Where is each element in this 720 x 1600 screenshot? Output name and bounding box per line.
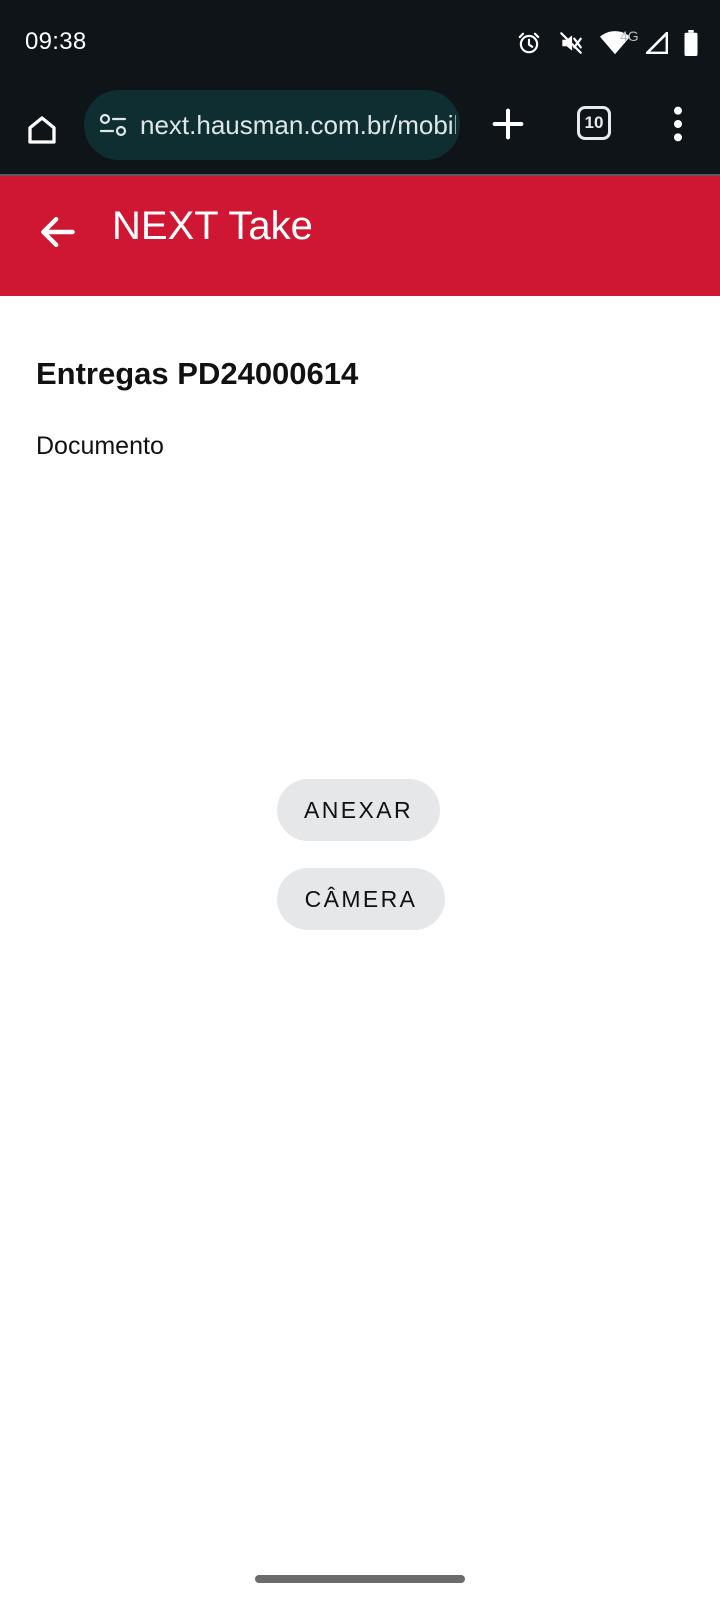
battery-icon (684, 30, 698, 56)
home-indicator[interactable] (255, 1575, 465, 1583)
url-text[interactable]: next.hausman.com.br/mobile (140, 110, 456, 141)
status-bar: 09:38 4G (0, 0, 720, 86)
page-heading: Entregas PD24000614 (36, 356, 359, 391)
app-bar: NEXT Take (0, 176, 720, 296)
plus-icon[interactable] (488, 104, 528, 144)
tab-count: 10 (584, 113, 604, 132)
more-vert-icon[interactable] (668, 104, 688, 144)
home-icon (28, 116, 56, 144)
cell-signal: 4G (620, 28, 668, 54)
address-bar[interactable]: next.hausman.com.br/mobile (84, 90, 460, 160)
tabs-button[interactable]: 10 (577, 106, 611, 140)
status-time: 09:38 (25, 28, 87, 55)
app-title: NEXT Take (112, 204, 313, 248)
home-button[interactable] (22, 106, 62, 154)
alarm-icon (518, 32, 540, 54)
camera-button[interactable]: CÂMERA (277, 868, 445, 930)
document-label: Documento (36, 432, 164, 460)
cell-signal-icon (646, 32, 668, 54)
site-settings-icon[interactable] (98, 112, 128, 138)
browser-toolbar: next.hausman.com.br/mobile 10 (0, 86, 720, 174)
vibrate-off-icon (560, 32, 582, 54)
attach-button[interactable]: ANEXAR (277, 779, 440, 841)
network-type-label: 4G (620, 28, 639, 44)
status-icons: 4G (516, 28, 698, 58)
arrow-back-icon[interactable] (36, 210, 80, 254)
